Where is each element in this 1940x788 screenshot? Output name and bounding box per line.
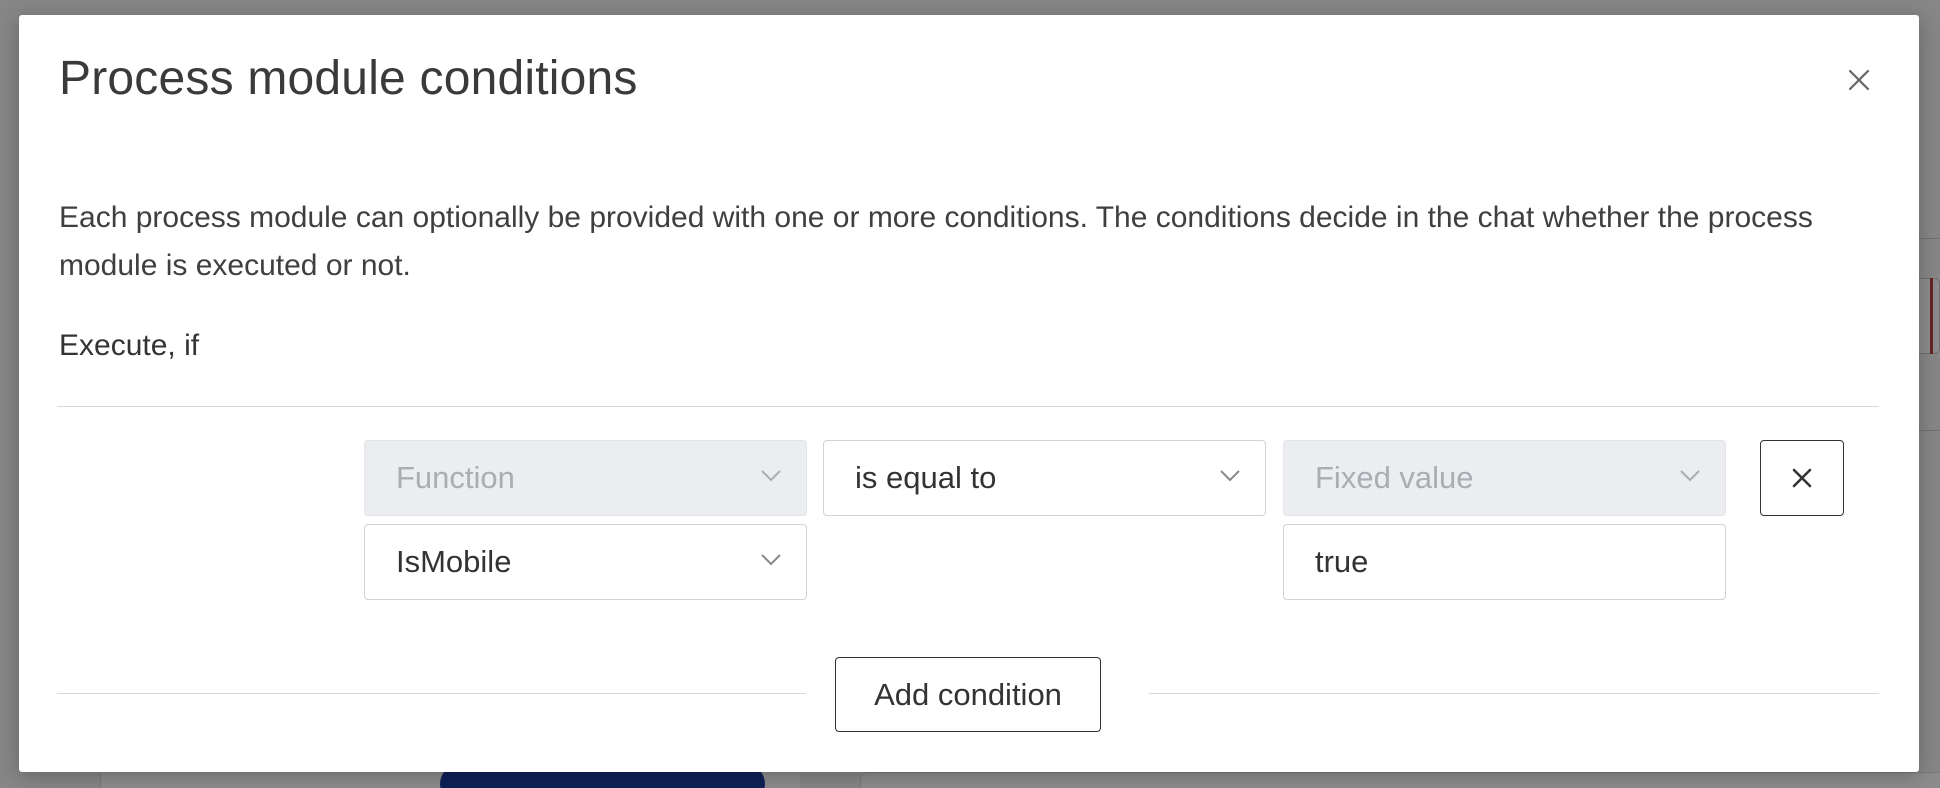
operator-value: is equal to: [855, 460, 997, 495]
chevron-down-icon: [1220, 470, 1240, 482]
function-select[interactable]: IsMobile: [364, 524, 807, 600]
conditions-modal: Process module conditions Each process m…: [19, 15, 1919, 772]
remove-condition-icon: [1792, 468, 1812, 488]
divider-bottom-right: [1149, 693, 1879, 694]
left-type-value: Function: [396, 460, 515, 495]
right-type-select[interactable]: Fixed value: [1283, 440, 1726, 516]
chevron-down-icon: [1680, 470, 1700, 482]
chevron-down-icon: [761, 554, 781, 566]
divider-top: [57, 406, 1879, 407]
divider-bottom-left: [57, 693, 806, 694]
function-value: IsMobile: [396, 544, 512, 579]
operator-select[interactable]: is equal to: [823, 440, 1266, 516]
left-type-select[interactable]: Function: [364, 440, 807, 516]
close-icon[interactable]: [1844, 65, 1874, 95]
remove-condition-button[interactable]: [1760, 440, 1844, 516]
right-type-value: Fixed value: [1315, 460, 1474, 495]
section-label: Execute, if: [59, 329, 200, 362]
add-condition-button[interactable]: Add condition: [835, 657, 1101, 732]
fixed-value-field[interactable]: [1315, 544, 1725, 580]
modal-title: Process module conditions: [59, 52, 638, 105]
fixed-value-input[interactable]: [1283, 524, 1726, 600]
chevron-down-icon: [761, 470, 781, 482]
modal-description: Each process module can optionally be pr…: [59, 201, 1813, 282]
